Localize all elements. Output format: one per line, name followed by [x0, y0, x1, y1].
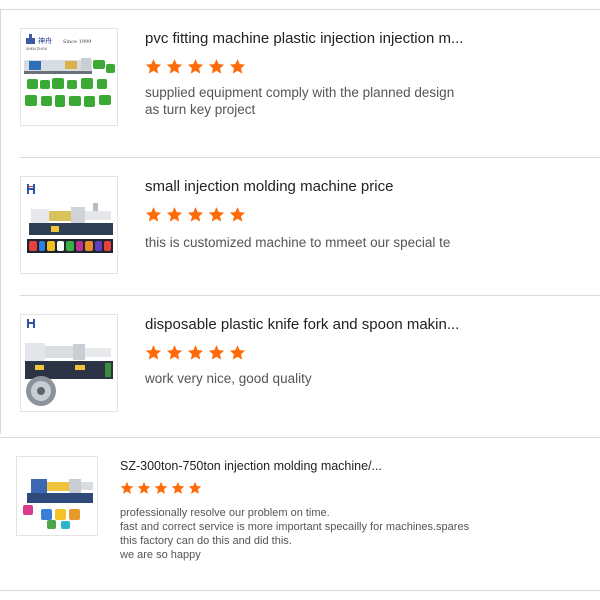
review-line: fast and correct service is more importa… [120, 521, 470, 533]
review-card: 神舟 Since 1999 SHEN ZHOU pvc fitting mach… [0, 28, 600, 128]
star-icon [166, 345, 183, 360]
review-line: we are so happy [120, 549, 201, 561]
divider-1 [20, 157, 600, 158]
review-line: this is customized machine to mmeet our … [145, 235, 451, 250]
star-icon [137, 481, 151, 494]
review-text: supplied equipment comply with the plann… [145, 84, 454, 118]
review-line: work very nice, good quality [145, 371, 312, 386]
review-card: SZ-300ton-750ton injection molding machi… [0, 456, 600, 566]
star-icon [145, 207, 162, 222]
review-text: this is customized machine to mmeet our … [145, 234, 450, 251]
review-title[interactable]: small injection molding machine price [145, 178, 485, 195]
star-icon [187, 59, 204, 74]
star-icon [188, 481, 202, 494]
bottom-divider [0, 590, 600, 591]
machine-and-gear-image [21, 315, 117, 411]
product-thumbnail[interactable] [20, 314, 118, 412]
top-divider [0, 9, 600, 10]
product-thumbnail[interactable] [20, 176, 118, 274]
since-text: Since 1999 [63, 39, 91, 45]
injection-machine-image [21, 177, 117, 273]
product-thumbnail[interactable] [16, 456, 98, 536]
star-rating [145, 58, 250, 75]
star-icon [229, 345, 246, 360]
review-line: as turn key project [145, 102, 256, 117]
star-icon [187, 345, 204, 360]
star-icon [208, 207, 225, 222]
star-icon [166, 59, 183, 74]
star-icon [154, 481, 168, 494]
star-rating [145, 206, 250, 223]
review-title[interactable]: SZ-300ton-750ton injection molding machi… [120, 459, 420, 473]
star-icon [171, 481, 185, 494]
brand-logo-text: 神舟 [38, 36, 52, 45]
review-line: supplied equipment comply with the plann… [145, 85, 455, 100]
brand-sub-text: SHEN ZHOU [26, 47, 48, 51]
star-icon [208, 345, 225, 360]
review-card: small injection molding machine price th… [0, 176, 600, 276]
star-icon [145, 345, 162, 360]
star-icon [120, 481, 134, 494]
star-icon [208, 59, 225, 74]
star-icon [145, 59, 162, 74]
star-rating [145, 344, 250, 361]
review-text: professionally resolve our problem on ti… [120, 506, 469, 562]
review-line: this factory can do this and did this. [120, 535, 292, 547]
review-title[interactable]: disposable plastic knife fork and spoon … [145, 316, 485, 333]
review-card: disposable plastic knife fork and spoon … [0, 314, 600, 414]
divider-3 [0, 437, 600, 438]
product-thumbnail[interactable]: 神舟 Since 1999 SHEN ZHOU [20, 28, 118, 126]
large-machine-image [17, 457, 97, 535]
star-icon [166, 207, 183, 222]
pvc-fittings-image: 神舟 Since 1999 SHEN ZHOU [21, 29, 117, 125]
divider-2 [20, 295, 600, 296]
star-icon [229, 59, 246, 74]
star-icon [229, 207, 246, 222]
star-rating [120, 481, 205, 495]
star-icon [187, 207, 204, 222]
review-text: work very nice, good quality [145, 370, 312, 387]
review-line: professionally resolve our problem on ti… [120, 507, 330, 519]
review-title[interactable]: pvc fitting machine plastic injection in… [145, 30, 485, 47]
